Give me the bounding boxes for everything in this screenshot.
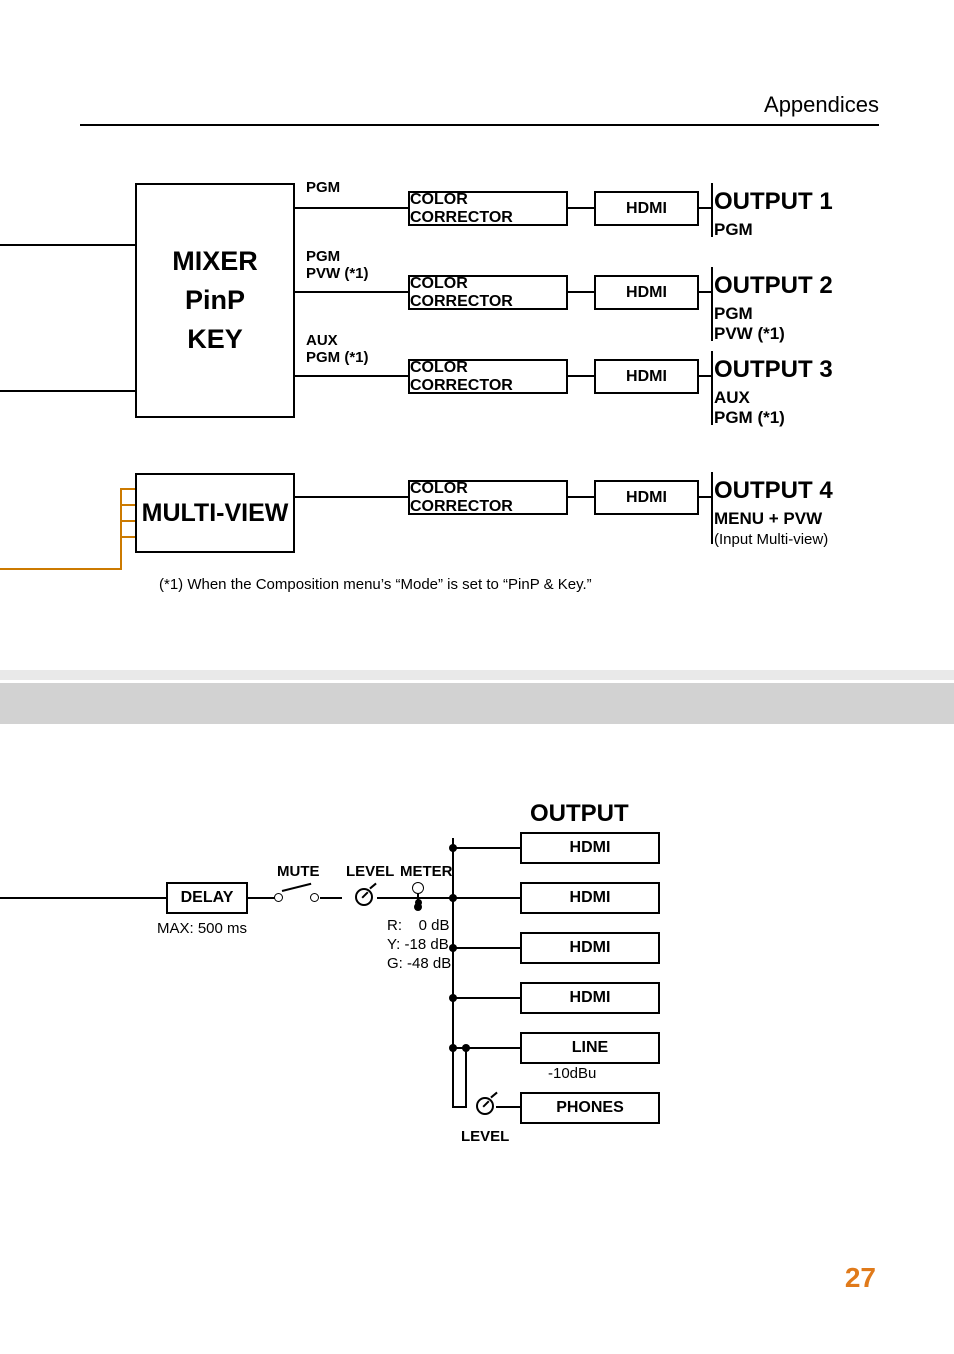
output-line-sub: -10dBu (548, 1065, 596, 1082)
section-divider (0, 680, 954, 724)
page-header-section: Appendices (764, 92, 879, 118)
junction-dot (449, 844, 457, 852)
junction-dot (449, 994, 457, 1002)
meter-label: METER (400, 863, 453, 880)
line (452, 1106, 467, 1108)
delay-block: DELAY (166, 882, 248, 914)
junction-dot (449, 894, 457, 902)
color-corrector-4: COLOR CORRECTOR (408, 480, 568, 515)
output-bar (711, 351, 713, 425)
line (699, 291, 711, 293)
line (568, 291, 594, 293)
switch-terminal-icon (310, 893, 319, 902)
mute-label: MUTE (277, 863, 320, 880)
output4-sub-bold: MENU + PVW (714, 509, 828, 529)
signal-label-aux-pgm: AUX PGM (*1) (306, 333, 369, 366)
output-line: LINE (520, 1032, 660, 1064)
output-heading: OUTPUT (530, 800, 629, 828)
output1-subtitle: PGM (714, 220, 753, 240)
output4-title: OUTPUT 4 (714, 477, 833, 505)
line (320, 897, 342, 899)
signal-label-pgm: PGM (306, 180, 340, 197)
line (295, 375, 408, 377)
meter-thresholds: R: 0 dB Y: -18 dB G: -48 dB (387, 917, 451, 973)
output3-title: OUTPUT 3 (714, 356, 833, 384)
meter-g-value: G: -48 dB (387, 955, 451, 974)
phones-level-knob-icon (476, 1097, 494, 1115)
line (0, 244, 135, 246)
line-orange (120, 520, 135, 522)
output-bar (711, 183, 713, 237)
hdmi-block-3: HDMI (594, 359, 699, 394)
junction-dot (462, 1044, 470, 1052)
phones-level-label: LEVEL (461, 1128, 509, 1145)
junction-dot (449, 1044, 457, 1052)
output2-subtitle: PGM PVW (*1) (714, 304, 785, 343)
line-orange (120, 536, 135, 538)
output2-title: OUTPUT 2 (714, 272, 833, 300)
signal-label-pgm-pvw: PGM PVW (*1) (306, 249, 369, 282)
output-hdmi-3: HDMI (520, 932, 660, 964)
line (699, 375, 711, 377)
line (295, 291, 408, 293)
meter-r-value: R: 0 dB (387, 917, 451, 936)
line (699, 207, 711, 209)
line-orange (120, 504, 135, 506)
line (295, 496, 408, 498)
video-block-diagram: MIXER PinP KEY MULTI-VIEW PGM PGM PVW (*… (0, 170, 954, 600)
switch-terminal-icon (274, 893, 283, 902)
hdmi-block-4: HDMI (594, 480, 699, 515)
output-bar (711, 472, 713, 544)
multiview-block: MULTI-VIEW (135, 473, 295, 553)
line (568, 496, 594, 498)
output-hdmi-4: HDMI (520, 982, 660, 1014)
delay-max-label: MAX: 500 ms (157, 920, 247, 937)
output-hdmi-1: HDMI (520, 832, 660, 864)
color-corrector-1: COLOR CORRECTOR (408, 191, 568, 226)
line (452, 997, 520, 999)
line (452, 847, 520, 849)
mixer-label-1: MIXER (172, 246, 258, 277)
line (496, 1106, 520, 1108)
line (452, 947, 520, 949)
line (568, 207, 594, 209)
level-label: LEVEL (346, 863, 394, 880)
mixer-block: MIXER PinP KEY (135, 183, 295, 418)
line (465, 1047, 467, 1108)
mixer-label-2: PinP (185, 285, 245, 316)
footnote-1: (*1) When the Composition menu’s “Mode” … (159, 576, 592, 593)
output4-subtitle: MENU + PVW (Input Multi-view) (714, 509, 828, 548)
color-corrector-2: COLOR CORRECTOR (408, 275, 568, 310)
hdmi-block-1: HDMI (594, 191, 699, 226)
hdmi-block-2: HDMI (594, 275, 699, 310)
line (0, 390, 135, 392)
line (295, 207, 408, 209)
line-orange (120, 488, 122, 568)
section-divider-top (0, 670, 954, 680)
mixer-label-3: KEY (187, 324, 243, 355)
color-corrector-3: COLOR CORRECTOR (408, 359, 568, 394)
output3-subtitle: AUX PGM (*1) (714, 388, 785, 427)
line-orange (0, 568, 122, 570)
audio-block-diagram: OUTPUT DELAY MAX: 500 ms MUTE LEVEL METE… (0, 800, 954, 1180)
line-orange (120, 488, 135, 490)
output-phones: PHONES (520, 1092, 660, 1124)
meter-y-value: Y: -18 dB (387, 936, 451, 955)
line (0, 897, 166, 899)
line (568, 375, 594, 377)
output-bar (711, 267, 713, 341)
output-hdmi-2: HDMI (520, 882, 660, 914)
meter-indicator-icon (411, 882, 425, 906)
line (248, 897, 275, 899)
level-knob-icon (355, 888, 373, 906)
page-number: 27 (845, 1262, 876, 1294)
line (699, 496, 711, 498)
output4-sub-note: (Input Multi-view) (714, 531, 828, 548)
line (452, 897, 520, 899)
mute-switch-arm (282, 883, 312, 892)
output1-title: OUTPUT 1 (714, 188, 833, 216)
header-rule (80, 124, 879, 126)
